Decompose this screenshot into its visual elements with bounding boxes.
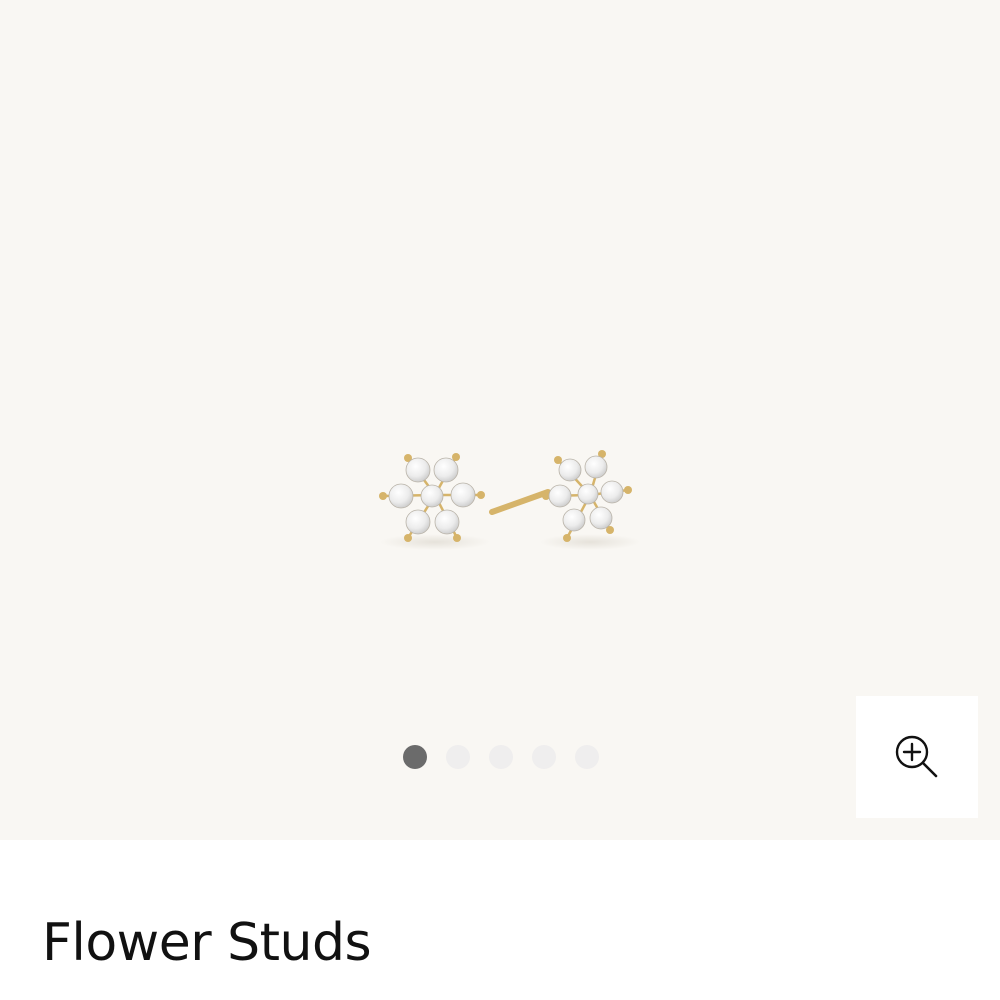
gallery-dot-3[interactable] [489, 745, 513, 769]
product-title: Flower Studs [42, 913, 372, 973]
gallery-pagination [403, 745, 599, 769]
earring-post [489, 489, 551, 515]
product-page: Flower Studs [0, 0, 1000, 1000]
gallery-dot-2[interactable] [446, 745, 470, 769]
gallery-dot-1[interactable] [403, 745, 427, 769]
right-flower-stud [540, 450, 640, 550]
product-image [379, 450, 640, 550]
zoom-in-icon [895, 735, 938, 778]
zoom-button[interactable] [856, 696, 978, 818]
gallery-dot-4[interactable] [532, 745, 556, 769]
product-image-gallery[interactable] [0, 0, 1000, 840]
gallery-dot-5[interactable] [575, 745, 599, 769]
left-flower-stud [379, 453, 490, 550]
